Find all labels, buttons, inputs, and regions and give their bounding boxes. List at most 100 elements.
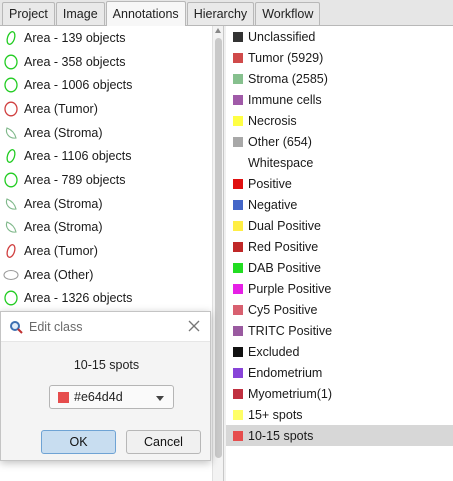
class-label: Whitespace bbox=[248, 155, 314, 170]
class-label: Myometrium(1) bbox=[248, 386, 333, 401]
class-item[interactable]: 10-15 spots bbox=[226, 425, 453, 446]
class-item[interactable]: Endometrium bbox=[226, 362, 453, 383]
qupath-logo-icon bbox=[10, 320, 23, 334]
class-color-swatch bbox=[233, 346, 243, 357]
annotation-label: Area (Other) bbox=[24, 267, 94, 282]
annotation-item[interactable]: Area - 1006 objects bbox=[0, 73, 223, 97]
class-color-swatch bbox=[233, 115, 243, 126]
chevron-down-icon[interactable] bbox=[156, 396, 164, 401]
class-color-swatch bbox=[233, 388, 243, 399]
annotation-shape-icon bbox=[4, 172, 18, 188]
annotation-label: Area - 1006 objects bbox=[24, 78, 133, 93]
class-item[interactable]: Excluded bbox=[226, 341, 453, 362]
class-item[interactable]: Tumor (5929) bbox=[226, 47, 453, 68]
scrollbar-thumb[interactable] bbox=[215, 38, 222, 458]
annotation-item[interactable]: Area - 358 objects bbox=[0, 50, 223, 74]
class-item[interactable]: 15+ spots bbox=[226, 404, 453, 425]
annotation-list-bottom bbox=[0, 461, 211, 481]
class-label: 10-15 spots bbox=[248, 428, 314, 443]
color-value: #e64d4d bbox=[74, 390, 123, 404]
annotation-item[interactable]: Area (Stroma) bbox=[0, 121, 223, 145]
class-label: DAB Positive bbox=[248, 260, 321, 275]
annotation-item[interactable]: Area (Tumor) bbox=[0, 97, 223, 121]
class-item[interactable]: Cy5 Positive bbox=[226, 299, 453, 320]
annotation-label: Area (Stroma) bbox=[24, 196, 103, 211]
class-label: Immune cells bbox=[248, 92, 322, 107]
class-color-swatch bbox=[233, 409, 243, 420]
class-label: Stroma (2585) bbox=[248, 71, 328, 86]
annotation-shape-icon bbox=[6, 149, 16, 164]
class-color-swatch bbox=[233, 325, 243, 336]
annotation-item[interactable]: Area - 1326 objects bbox=[0, 287, 223, 311]
app-window: Project Image Annotations Hierarchy Work… bbox=[0, 0, 453, 481]
annotation-label: Area - 139 objects bbox=[24, 30, 126, 45]
class-color-swatch bbox=[233, 178, 243, 189]
annotation-shape-icon bbox=[5, 221, 17, 233]
class-item[interactable]: Dual Positive bbox=[226, 215, 453, 236]
class-item[interactable]: DAB Positive bbox=[226, 257, 453, 278]
class-item[interactable]: Negative bbox=[226, 194, 453, 215]
class-label: Cy5 Positive bbox=[248, 302, 318, 317]
class-item[interactable]: Immune cells bbox=[226, 89, 453, 110]
annotation-shape-icon bbox=[5, 197, 17, 210]
class-item[interactable]: TRITC Positive bbox=[226, 320, 453, 341]
class-item[interactable]: Red Positive bbox=[226, 236, 453, 257]
dialog-titlebar[interactable]: Edit class bbox=[1, 312, 210, 342]
tab-annotations[interactable]: Annotations bbox=[105, 1, 186, 26]
annotation-item[interactable]: Area (Other) bbox=[0, 263, 223, 287]
ok-button[interactable]: OK bbox=[41, 430, 116, 454]
class-color-swatch bbox=[233, 199, 243, 210]
tab-image[interactable]: Image bbox=[55, 2, 105, 25]
edit-class-dialog: Edit class 10-15 spots #e64d4d OK Cancel bbox=[0, 311, 211, 461]
class-item[interactable]: Positive bbox=[226, 173, 453, 194]
class-item[interactable]: Other (654) bbox=[226, 131, 453, 152]
color-picker[interactable]: #e64d4d bbox=[49, 385, 174, 409]
annotation-item[interactable]: Area - 139 objects bbox=[0, 26, 223, 50]
annotation-item[interactable]: Area (Stroma) bbox=[0, 216, 223, 240]
annotation-shape-icon bbox=[6, 244, 16, 258]
cancel-button[interactable]: Cancel bbox=[126, 430, 201, 454]
class-list[interactable]: Unclassified Tumor (5929) Stroma (2585) Imm… bbox=[226, 26, 453, 481]
class-color-swatch bbox=[233, 31, 243, 42]
annotation-shape-icon bbox=[3, 269, 19, 280]
annotation-list-scrollbar[interactable] bbox=[212, 26, 223, 481]
tab-hierarchy[interactable]: Hierarchy bbox=[186, 2, 255, 25]
class-label: Purple Positive bbox=[248, 281, 332, 296]
class-item[interactable]: Purple Positive bbox=[226, 278, 453, 299]
annotation-item[interactable]: Area (Tumor) bbox=[0, 239, 223, 263]
annotation-shape-icon bbox=[4, 101, 18, 117]
annotation-label: Area - 358 objects bbox=[24, 54, 126, 69]
annotation-label: Area (Tumor) bbox=[24, 244, 98, 259]
class-color-swatch bbox=[233, 52, 243, 63]
tab-workflow[interactable]: Workflow bbox=[255, 2, 321, 25]
class-item[interactable]: Stroma (2585) bbox=[226, 68, 453, 89]
class-label: Tumor (5929) bbox=[248, 50, 324, 65]
scroll-up-arrow-icon[interactable] bbox=[215, 28, 221, 33]
annotation-shape-icon bbox=[6, 30, 16, 45]
class-item[interactable]: Unclassified bbox=[226, 26, 453, 47]
class-label: TRITC Positive bbox=[248, 323, 333, 338]
annotation-item[interactable]: Area - 789 objects bbox=[0, 168, 223, 192]
class-item[interactable]: Myometrium(1) bbox=[226, 383, 453, 404]
annotation-label: Area - 789 objects bbox=[24, 172, 126, 187]
class-color-swatch bbox=[233, 367, 243, 378]
class-color-swatch bbox=[233, 241, 243, 252]
class-color-swatch bbox=[233, 136, 243, 147]
tab-project[interactable]: Project bbox=[2, 2, 55, 25]
class-color-swatch bbox=[233, 73, 243, 84]
class-label: Unclassified bbox=[248, 29, 316, 44]
annotation-label: Area (Stroma) bbox=[24, 220, 103, 235]
class-label: Other (654) bbox=[248, 134, 312, 149]
annotation-item[interactable]: Area (Stroma) bbox=[0, 192, 223, 216]
close-icon[interactable] bbox=[187, 319, 201, 333]
annotation-item[interactable]: Area - 1106 objects bbox=[0, 144, 223, 168]
class-color-swatch bbox=[233, 94, 243, 105]
class-label: Positive bbox=[248, 176, 292, 191]
class-label: Endometrium bbox=[248, 365, 323, 380]
class-color-swatch bbox=[233, 304, 243, 315]
annotation-shape-icon bbox=[4, 290, 18, 306]
class-item[interactable]: Necrosis bbox=[226, 110, 453, 131]
class-item[interactable]: Whitespace bbox=[226, 152, 453, 173]
class-color-swatch bbox=[233, 220, 243, 231]
class-name-label: 10-15 spots bbox=[73, 358, 140, 372]
